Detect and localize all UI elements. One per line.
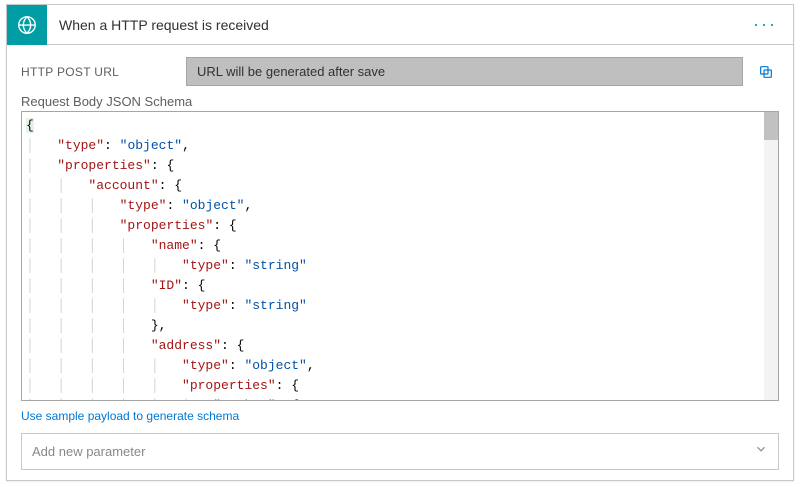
copy-url-button[interactable] (753, 59, 779, 85)
schema-label: Request Body JSON Schema (21, 94, 779, 109)
http-trigger-card: When a HTTP request is received ··· HTTP… (6, 4, 794, 481)
chevron-down-icon (754, 442, 768, 461)
scrollbar-thumb[interactable] (764, 112, 778, 140)
code-line: │ │ │ │ │ "type": "string" (26, 296, 770, 316)
code-line: │ │ │ │ }, (26, 316, 770, 336)
card-title: When a HTTP request is received (47, 17, 737, 33)
card-body: HTTP POST URL URL will be generated afte… (7, 45, 793, 480)
code-line: │ │ │ │ │ "type": "string" (26, 256, 770, 276)
card-header: When a HTTP request is received ··· (7, 5, 793, 45)
add-parameter-placeholder: Add new parameter (32, 444, 145, 459)
http-globe-icon (7, 5, 47, 45)
code-line: │ │ │ │ "name": { (26, 236, 770, 256)
url-row: HTTP POST URL URL will be generated afte… (21, 57, 779, 86)
code-line: │ │ │ │ "ID": { (26, 276, 770, 296)
code-line: │ "properties": { (26, 156, 770, 176)
add-parameter-select[interactable]: Add new parameter (21, 433, 779, 470)
code-line: │ │ │ │ │ "properties": { (26, 376, 770, 396)
scrollbar-track[interactable] (764, 112, 778, 400)
code-line: │ │ │ │ │ "type": "object", (26, 356, 770, 376)
code-line: │ │ │ "type": "object", (26, 196, 770, 216)
url-field: URL will be generated after save (186, 57, 743, 86)
copy-icon (758, 64, 774, 80)
schema-editor[interactable]: {│ "type": "object",│ "properties": {│ │… (21, 111, 779, 401)
code-line: │ │ │ │ │ │ "number": { (26, 396, 770, 401)
url-label: HTTP POST URL (21, 65, 176, 79)
more-button[interactable]: ··· (737, 14, 793, 35)
code-line: │ │ "account": { (26, 176, 770, 196)
sample-payload-link[interactable]: Use sample payload to generate schema (21, 409, 779, 423)
code-line: │ │ │ "properties": { (26, 216, 770, 236)
code-line: │ "type": "object", (26, 136, 770, 156)
code-line: { (26, 116, 770, 136)
code-line: │ │ │ │ "address": { (26, 336, 770, 356)
